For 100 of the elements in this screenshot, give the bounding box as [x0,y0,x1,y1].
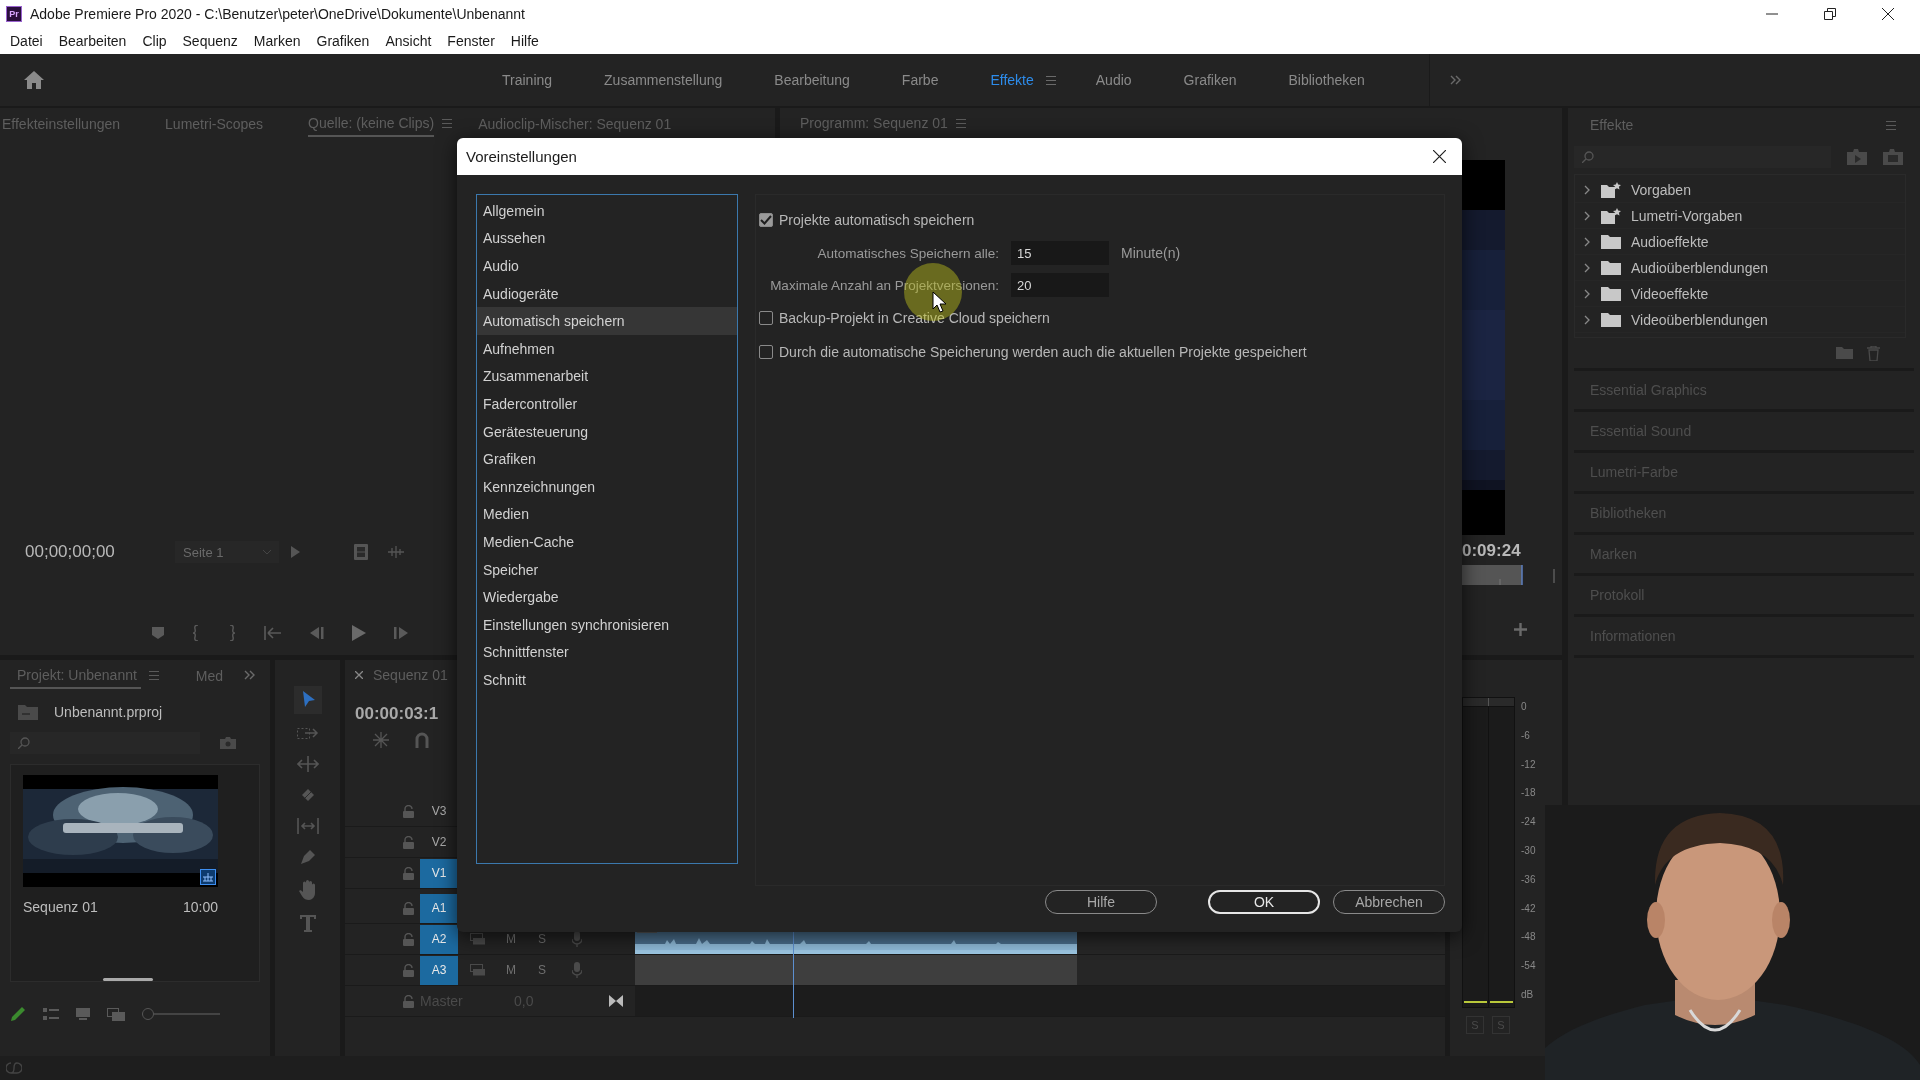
workspace-tab[interactable]: Bibliotheken [1262,72,1391,88]
category-item[interactable]: Gerätesteuerung [477,417,737,446]
search-field[interactable] [1574,146,1831,168]
chevron-right-icon[interactable] [1583,262,1591,273]
project-item-card[interactable]: Sequenz 01 10:00 [10,764,260,982]
creative-cloud-icon[interactable] [6,1062,22,1074]
icon-view-icon[interactable] [76,1008,90,1020]
workspace-tab[interactable]: Zusammenstellung [578,72,749,88]
lock-icon[interactable] [403,963,414,977]
menu-item[interactable]: Hilfe [502,33,547,49]
tree-item[interactable]: Audioüberblendungen [1575,255,1905,281]
microphone-icon[interactable] [572,931,582,947]
category-item[interactable]: Medien-Cache [477,528,737,556]
tree-item[interactable]: Vorgaben [1575,177,1905,203]
track-target[interactable]: A3 [420,955,458,985]
selection-tool-icon[interactable] [293,686,322,714]
category-item[interactable]: Automatisch speichern [477,307,737,335]
number-field[interactable]: 15 [1011,241,1109,265]
step-forward-icon[interactable] [394,627,408,639]
chevrons-right-icon[interactable] [244,670,256,680]
workspace-tab[interactable]: Training [476,72,579,88]
menu-item[interactable]: Marken [245,33,309,49]
hand-icon[interactable] [298,880,317,900]
chevron-right-icon[interactable] [1583,288,1591,299]
lock-icon[interactable] [403,994,414,1008]
track-target[interactable]: A2 [420,924,458,954]
mark-out-icon[interactable] [228,625,236,641]
menu-item[interactable]: Fenster [439,33,503,49]
category-item[interactable]: Aussehen [477,224,737,253]
lock-icon[interactable] [403,835,414,849]
workspace-tab[interactable]: Bearbeitung [748,72,876,88]
category-item[interactable]: Aufnehmen [477,334,737,363]
chevron-right-icon[interactable] [1583,184,1591,195]
workspace-tab[interactable]: Grafiken [1157,72,1263,88]
slip-icon[interactable] [296,818,319,834]
close-icon[interactable] [1433,150,1446,163]
chevron-right-icon[interactable] [1583,236,1591,247]
lock-icon[interactable] [403,804,414,818]
menu-icon[interactable] [442,118,453,128]
menu-icon[interactable] [1886,120,1896,130]
play-icon[interactable] [291,546,300,558]
category-item[interactable]: Speicher [477,555,737,584]
checkbox-label[interactable]: Backup-Projekt in Creative Cloud speichern [779,310,1050,326]
scrub-bar[interactable] [1462,565,1557,585]
mark-in-icon[interactable] [192,625,200,641]
play-icon[interactable] [352,625,366,641]
tree-item[interactable]: Videoeffekte [1575,281,1905,307]
category-item[interactable]: Einstellungen synchronisieren [477,610,737,639]
menu-item[interactable]: Grafiken [308,33,378,49]
track-target[interactable]: V2 [420,827,458,857]
scrollbar-thumb[interactable] [103,978,153,981]
category-item[interactable]: Schnitt [477,666,737,694]
menu-item[interactable]: Sequenz [174,33,246,49]
clip[interactable] [635,955,1077,985]
close-icon[interactable] [1882,8,1894,20]
checkbox-label[interactable]: Projekte automatisch speichern [779,212,975,228]
checkbox[interactable] [759,311,773,325]
menu-item[interactable]: Datei [2,33,51,49]
category-item[interactable]: Allgemein [477,197,737,225]
category-item[interactable]: Medien [477,500,737,529]
pencil-icon[interactable] [10,1006,26,1022]
track-select-icon[interactable] [296,728,319,742]
type-tool-icon[interactable] [298,914,317,932]
number-field[interactable]: 20 [1011,273,1109,297]
tree-item[interactable]: Audioeffekte [1575,229,1905,255]
bowtie-icon[interactable] [609,995,624,1007]
track-target[interactable]: V1 [420,858,458,888]
category-item[interactable]: Schnittfenster [477,638,737,667]
tree-item[interactable]: Videoüberblendungen [1575,307,1905,333]
microphone-icon[interactable] [572,962,582,978]
category-item[interactable]: Audio [477,252,737,280]
category-item[interactable]: Kennzeichnungen [477,472,737,501]
menu-item[interactable]: Clip [134,33,175,49]
checkbox-label[interactable]: Durch die automatische Speicherung werden auch die aktuellen Projekte gespeichert [779,344,1307,360]
restore-icon[interactable] [1824,8,1836,20]
film-icon[interactable] [354,544,368,560]
dialog-button[interactable]: OK [1208,890,1320,914]
sync-lock-icon[interactable] [470,933,486,945]
menu-item[interactable]: Ansicht [377,33,440,49]
chevron-right-icon[interactable] [1583,314,1591,325]
home-icon[interactable] [24,71,44,89]
category-item[interactable]: Zusammenarbeit [477,362,737,391]
trash-icon[interactable] [1867,345,1880,361]
search-field[interactable] [10,732,200,754]
menu-icon[interactable] [148,670,159,680]
track-target[interactable]: V3 [420,796,458,826]
category-item[interactable]: Wiedergabe [477,583,737,611]
ripple-edit-icon[interactable] [296,756,319,772]
category-item[interactable]: Grafiken [477,445,737,473]
add-button-icon[interactable] [1514,623,1527,636]
track-target[interactable]: A1 [420,893,458,923]
category-item[interactable]: Audiogeräte [477,279,737,308]
workspace-tab[interactable]: Farbe [875,72,965,88]
step-back-icon[interactable] [310,627,324,639]
lock-icon[interactable] [403,932,414,946]
pen-icon[interactable] [298,848,317,866]
menu-item[interactable]: Bearbeiten [50,33,135,49]
menu-icon[interactable] [1045,75,1056,85]
lock-icon[interactable] [403,901,414,915]
category-item[interactable]: Fadercontroller [477,390,737,418]
